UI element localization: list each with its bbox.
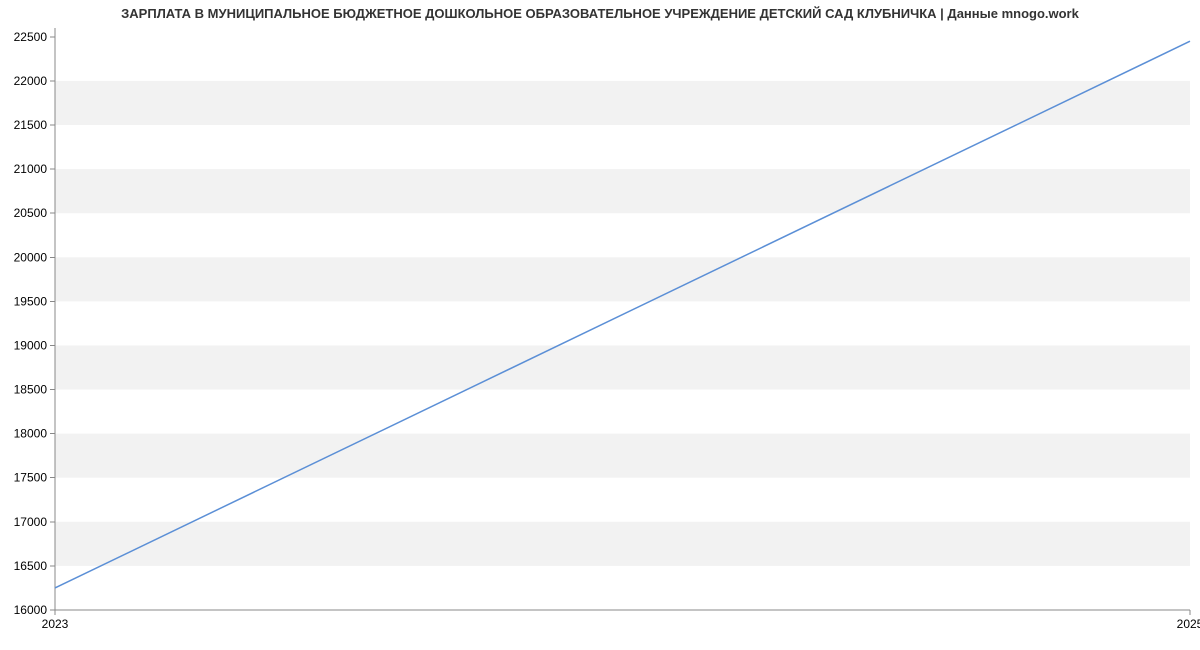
grid-band (55, 522, 1190, 566)
y-tick-label: 18000 (14, 427, 48, 441)
y-tick-label: 19500 (14, 294, 48, 308)
y-tick-label: 20500 (14, 206, 48, 220)
y-tick-label: 20000 (14, 250, 48, 264)
y-tick-label: 21500 (14, 118, 48, 132)
x-tick-label: 2025 (1177, 617, 1200, 631)
grid-band (55, 345, 1190, 389)
chart-container: ЗАРПЛАТА В МУНИЦИПАЛЬНОЕ БЮДЖЕТНОЕ ДОШКО… (0, 0, 1200, 650)
y-tick-label: 22500 (14, 30, 48, 44)
y-tick-label: 18500 (14, 383, 48, 397)
x-tick-label: 2023 (42, 617, 69, 631)
grid-band (55, 169, 1190, 213)
grid-band (55, 434, 1190, 478)
y-tick-label: 17000 (14, 515, 48, 529)
grid-band (55, 257, 1190, 301)
y-tick-label: 16500 (14, 559, 48, 573)
y-tick-label: 16000 (14, 603, 48, 617)
y-tick-label: 17500 (14, 471, 48, 485)
y-tick-label: 22000 (14, 74, 48, 88)
y-tick-label: 21000 (14, 162, 48, 176)
y-tick-label: 19000 (14, 338, 48, 352)
chart-svg: 16000 16500 17000 17500 18000 18500 19000 19500… (0, 0, 1200, 650)
grid-band (55, 81, 1190, 125)
